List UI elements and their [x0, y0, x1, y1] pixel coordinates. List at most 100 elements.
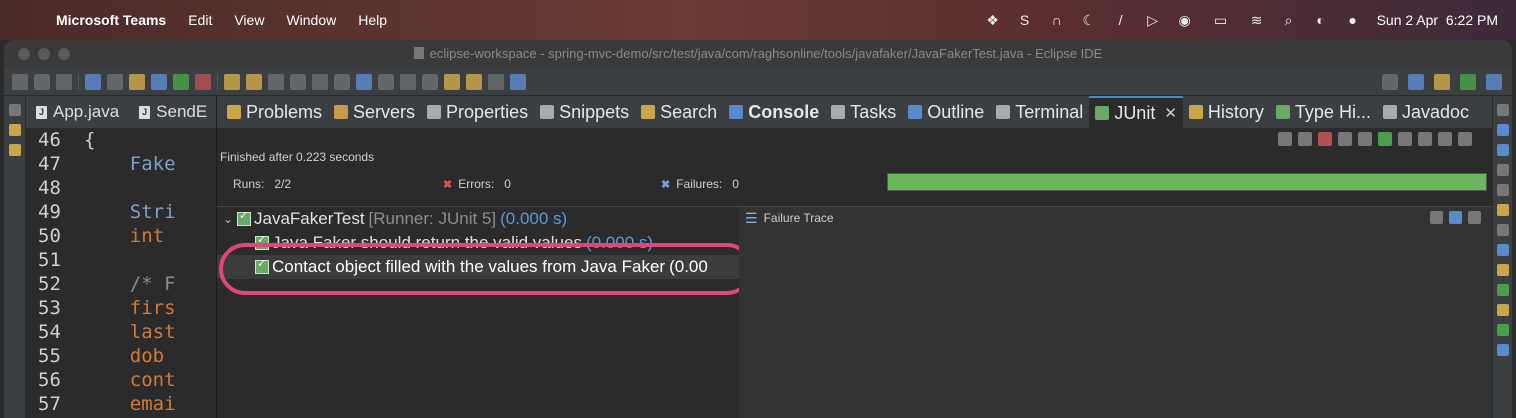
- restore-icon[interactable]: [8, 104, 21, 116]
- code-area[interactable]: 46 { 47 Fake 48 49 Stri 50 int 51 52 /* F…: [26, 128, 216, 416]
- debug-icon[interactable]: [151, 73, 167, 90]
- moon-icon[interactable]: ☾: [1081, 12, 1097, 28]
- new-icon[interactable]: [12, 73, 28, 90]
- menu-app-name[interactable]: Microsoft Teams: [56, 12, 166, 28]
- tab-search[interactable]: Search: [635, 96, 723, 128]
- pin-editor-icon[interactable]: [510, 73, 526, 90]
- save-all-icon[interactable]: [56, 73, 72, 90]
- tab-history[interactable]: History: [1183, 96, 1270, 128]
- tab-javadoc[interactable]: Javadoc: [1377, 96, 1475, 128]
- rerun-failed-icon[interactable]: [1398, 132, 1412, 146]
- tab-terminal[interactable]: Terminal: [990, 96, 1089, 128]
- scroll-lock-icon[interactable]: [1338, 132, 1352, 146]
- menu-view[interactable]: View: [234, 12, 264, 28]
- stop-icon[interactable]: [1418, 132, 1432, 146]
- close-icon[interactable]: ✕: [1164, 104, 1177, 122]
- dropbox-icon[interactable]: ❖: [985, 12, 1001, 28]
- restore-icon[interactable]: [1496, 104, 1509, 116]
- run-icon[interactable]: [173, 73, 189, 90]
- pilcrow-icon[interactable]: [334, 73, 350, 90]
- outline-icon[interactable]: [1496, 124, 1509, 136]
- menu-help[interactable]: Help: [358, 12, 387, 28]
- editor-tab-app-java[interactable]: J App.java: [26, 102, 129, 122]
- terminal-icon[interactable]: [85, 73, 101, 90]
- date-time[interactable]: Sun 2 Apr 6:22 PM: [1377, 12, 1498, 28]
- console-icon[interactable]: [1496, 304, 1509, 316]
- snippets-icon[interactable]: [1496, 204, 1509, 216]
- view-menu-icon[interactable]: [1458, 132, 1472, 146]
- menu-edit[interactable]: Edit: [188, 12, 212, 28]
- test-case-row-selected[interactable]: Contact object filled with the values fr…: [217, 255, 739, 279]
- test-case-row[interactable]: Java Faker should return the valid value…: [255, 231, 739, 255]
- previous-annotation-icon[interactable]: [422, 73, 438, 90]
- skype-icon[interactable]: S: [1017, 12, 1033, 28]
- filter-icon[interactable]: [1449, 211, 1462, 224]
- search-icon[interactable]: ⌕: [1281, 12, 1297, 28]
- tab-problems[interactable]: Problems: [221, 96, 328, 128]
- compare-icon[interactable]: [1430, 211, 1443, 224]
- open-folder-icon[interactable]: [224, 73, 240, 90]
- menu-bar: Microsoft Teams Edit View Window Help ❖ …: [0, 0, 1516, 40]
- tab-servers[interactable]: Servers: [328, 96, 421, 128]
- show-failures-only-icon[interactable]: [1318, 132, 1332, 146]
- git-perspective-icon[interactable]: [1486, 74, 1502, 90]
- annotation-icon[interactable]: [268, 73, 284, 90]
- tab-outline[interactable]: Outline: [902, 96, 990, 128]
- external-tools-icon[interactable]: [195, 73, 211, 90]
- skip-breakpoints-icon[interactable]: [107, 73, 123, 90]
- editor-tab-send[interactable]: J SendE: [129, 102, 217, 122]
- next-failure-icon[interactable]: [1278, 132, 1292, 146]
- forward-icon[interactable]: [488, 73, 504, 90]
- history-icon[interactable]: [1496, 264, 1509, 276]
- tab-console[interactable]: Console: [723, 96, 825, 128]
- block-icon[interactable]: [312, 73, 328, 90]
- layout-icon[interactable]: [1358, 132, 1372, 146]
- search-icon[interactable]: [1382, 74, 1398, 90]
- slash-icon[interactable]: /: [1113, 12, 1129, 28]
- tab-properties[interactable]: Properties: [421, 96, 534, 128]
- previous-failure-icon[interactable]: [1298, 132, 1312, 146]
- pencil-icon[interactable]: [246, 73, 262, 90]
- copy-trace-icon[interactable]: [1468, 211, 1481, 224]
- wifi-icon[interactable]: ≋: [1249, 12, 1265, 28]
- tab-type-hierarchy[interactable]: Type Hi...: [1270, 96, 1377, 128]
- bookmarks-icon[interactable]: [1496, 184, 1509, 196]
- tab-snippets[interactable]: Snippets: [534, 96, 635, 128]
- hierarchy-icon[interactable]: [1496, 244, 1509, 256]
- code-line: 47 Fake: [26, 152, 216, 176]
- pin-icon[interactable]: [378, 73, 394, 90]
- next-annotation-icon[interactable]: [400, 73, 416, 90]
- test-suite-row[interactable]: ⌄ JavaFakerTest [Runner: JUnit 5] (0.000…: [217, 207, 739, 231]
- play-icon[interactable]: ▷: [1145, 12, 1161, 28]
- back-icon[interactable]: [466, 73, 482, 90]
- last-edit-icon[interactable]: [444, 73, 460, 90]
- user-icon[interactable]: ◉: [1177, 12, 1193, 28]
- error-icon: ✖: [443, 178, 453, 191]
- javadoc-icon[interactable]: [1496, 344, 1509, 356]
- type-hierarchy-icon[interactable]: [1496, 324, 1509, 336]
- globe-icon[interactable]: [356, 73, 372, 90]
- history-dropdown-icon[interactable]: [1438, 132, 1452, 146]
- chevron-down-icon[interactable]: ⌄: [223, 212, 237, 226]
- declaration-icon[interactable]: [1496, 224, 1509, 236]
- junit-icon[interactable]: [1496, 284, 1509, 296]
- build-icon[interactable]: [129, 73, 145, 90]
- menu-window[interactable]: Window: [286, 12, 336, 28]
- vpn-icon[interactable]: ∩: [1049, 12, 1065, 28]
- rerun-icon[interactable]: [1378, 132, 1392, 146]
- task-list-icon[interactable]: [1496, 144, 1509, 156]
- properties-icon[interactable]: [1496, 164, 1509, 176]
- package-explorer-icon[interactable]: [8, 144, 21, 156]
- tab-junit[interactable]: JUnit ✕: [1089, 96, 1183, 128]
- debug-perspective-icon[interactable]: [1460, 74, 1476, 90]
- java-perspective-icon[interactable]: [1434, 74, 1450, 90]
- edit-icon[interactable]: [290, 73, 306, 90]
- battery-icon[interactable]: ▭: [1209, 12, 1233, 28]
- code-text: emai: [84, 393, 176, 415]
- perspective-icon[interactable]: [1408, 74, 1424, 90]
- tab-tasks[interactable]: Tasks: [825, 96, 902, 128]
- save-icon[interactable]: [34, 73, 50, 90]
- control-center-icon[interactable]: ◐: [1313, 12, 1329, 28]
- siri-icon[interactable]: ●: [1345, 12, 1361, 28]
- hierarchy-icon[interactable]: [8, 124, 21, 136]
